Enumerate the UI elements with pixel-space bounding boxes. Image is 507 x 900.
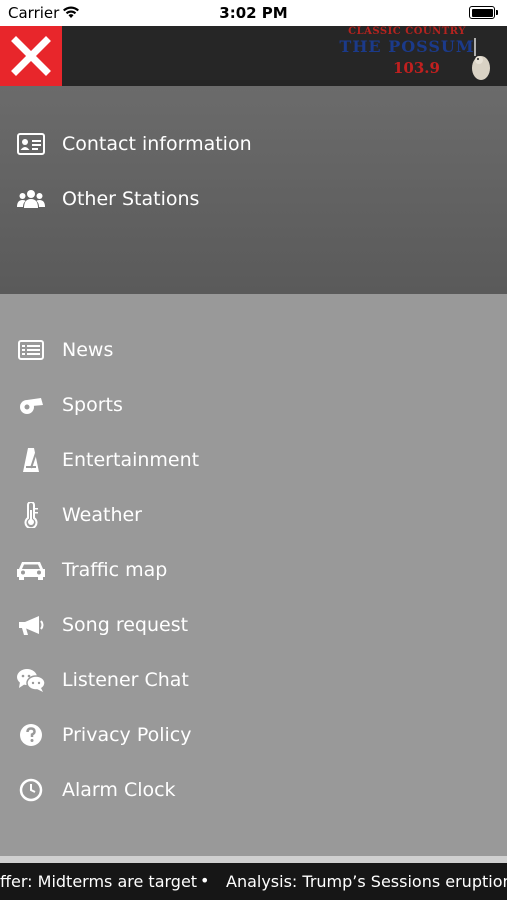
menu-label: Listener Chat [62, 669, 189, 691]
metronome-icon [16, 447, 46, 473]
station-logo: CLASSIC COUNTRY THE POSSUM 103.9 [327, 26, 493, 84]
menu-item-privacy-policy[interactable]: Privacy Policy [0, 712, 400, 760]
contact-card-icon [16, 131, 46, 157]
close-icon [11, 36, 51, 76]
menu-main-section: News Sports Entertainment Weather Traffi… [0, 294, 507, 856]
car-icon [16, 557, 46, 583]
menu-label: Contact information [62, 133, 252, 155]
logo-line1: CLASSIC COUNTRY [348, 26, 466, 37]
top-bar: CLASSIC COUNTRY THE POSSUM 103.9 [0, 26, 507, 86]
ticker-separator: • [200, 871, 210, 890]
menu-label: Other Stations [62, 188, 200, 210]
status-bar: Carrier 3:02 PM [0, 0, 507, 26]
ticker-item[interactable]: ffer: Midterms are target [0, 872, 197, 891]
logo-line3: 103.9 [393, 59, 440, 77]
menu-item-weather[interactable]: Weather [0, 492, 400, 540]
newspaper-icon [16, 337, 46, 363]
menu-item-entertainment[interactable]: Entertainment [0, 437, 400, 485]
users-icon [16, 186, 46, 212]
menu-label: Weather [62, 504, 142, 526]
menu-label: Traffic map [62, 559, 168, 581]
ticker-item[interactable]: Analysis: Trump’s Sessions eruption [226, 872, 507, 891]
news-ticker[interactable]: ffer: Midterms are target • Analysis: Tr… [0, 863, 507, 900]
chat-icon [16, 667, 46, 693]
menu-item-news[interactable]: News [0, 327, 400, 375]
status-time: 3:02 PM [219, 4, 288, 22]
close-button[interactable] [0, 26, 62, 86]
logo-line2: THE POSSUM [339, 37, 475, 56]
ticker-divider [0, 856, 507, 863]
menu-label: Sports [62, 394, 123, 416]
menu-top-section: Contact information Other Stations [0, 86, 507, 294]
whistle-icon [16, 392, 46, 418]
menu-label: Alarm Clock [62, 779, 176, 801]
menu-item-song-request[interactable]: Song request [0, 602, 400, 650]
question-icon [16, 722, 46, 748]
megaphone-icon [16, 612, 46, 638]
battery-icon [469, 6, 498, 19]
thermometer-icon [16, 502, 46, 528]
menu-label: Entertainment [62, 449, 200, 471]
menu-item-traffic-map[interactable]: Traffic map [0, 547, 400, 595]
menu-item-alarm-clock[interactable]: Alarm Clock [0, 767, 400, 815]
menu-item-sports[interactable]: Sports [0, 382, 400, 430]
possum-icon [472, 38, 490, 80]
menu-item-contact-information[interactable]: Contact information [0, 121, 400, 169]
menu-label: News [62, 339, 114, 361]
menu-item-other-stations[interactable]: Other Stations [0, 176, 400, 224]
menu-label: Privacy Policy [62, 724, 192, 746]
menu-item-listener-chat[interactable]: Listener Chat [0, 657, 400, 705]
menu-label: Song request [62, 614, 189, 636]
clock-icon [16, 777, 46, 803]
